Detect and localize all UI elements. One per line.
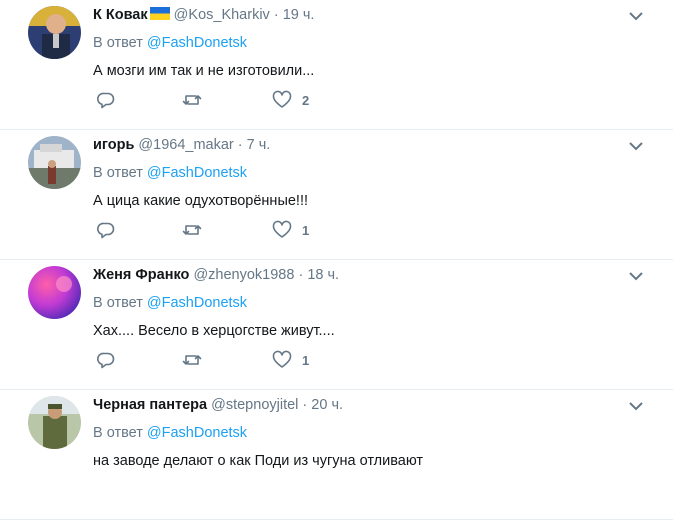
tweet-actions: 2 [96, 88, 436, 112]
reply-icon [97, 222, 115, 239]
separator: · [273, 7, 279, 23]
author-handle[interactable]: @1964_makar [138, 137, 233, 153]
author-name[interactable]: К Ковак [93, 7, 148, 23]
reply-button[interactable] [96, 88, 116, 112]
separator: · [298, 267, 304, 283]
caret-down-icon[interactable] [627, 137, 645, 155]
retweet-icon [182, 95, 202, 105]
retweet-icon [182, 225, 202, 235]
timestamp[interactable]: 7 ч. [247, 137, 271, 153]
like-count: 2 [302, 92, 310, 108]
caret-down-icon[interactable] [627, 267, 645, 285]
reply-prefix: В ответ [93, 165, 143, 181]
retweet-button[interactable] [182, 218, 202, 242]
separator: · [302, 397, 308, 413]
reply-prefix: В ответ [93, 295, 143, 311]
timestamp[interactable]: 18 ч. [307, 267, 339, 283]
avatar[interactable] [28, 266, 81, 319]
timestamp[interactable]: 19 ч. [283, 7, 315, 23]
reply-to-link[interactable]: @FashDonetsk [147, 425, 247, 441]
reply-button[interactable] [96, 348, 116, 372]
avatar[interactable] [28, 6, 81, 59]
tweet[interactable]: игорь @1964_makar · 7 ч. В ответ @FashDo… [0, 130, 673, 260]
caret-down-icon[interactable] [627, 397, 645, 415]
like-count: 1 [302, 352, 310, 368]
like-icon [272, 90, 292, 108]
tweet-text: А цица какие одухотворённые!!! [93, 193, 309, 209]
retweet-button[interactable] [182, 88, 202, 112]
separator: · [237, 137, 243, 153]
tweet-text: А мозги им так и не изготовили... [93, 63, 315, 79]
retweet-button[interactable] [182, 348, 202, 372]
ukraine-flag-icon [149, 7, 170, 20]
tweet-actions: 1 [96, 218, 436, 242]
reply-to-link[interactable]: @FashDonetsk [147, 295, 247, 311]
author-name[interactable]: Женя Франко [93, 267, 189, 283]
timestamp[interactable]: 20 ч. [311, 397, 343, 413]
tweet-actions: 1 [96, 348, 436, 372]
tweet[interactable]: Черная пантера @stepnoyjitel · 20 ч. В о… [0, 390, 673, 520]
like-count: 1 [302, 222, 310, 238]
caret-down-icon[interactable] [627, 7, 645, 25]
like-button[interactable]: 1 [272, 348, 309, 372]
tweet-text: Хах.... Весело в херцогстве живут.... [93, 323, 335, 339]
reply-icon [97, 352, 115, 369]
reply-context: В ответ @FashDonetsk [93, 33, 625, 53]
reply-context: В ответ @FashDonetsk [93, 163, 625, 183]
author-handle[interactable]: @stepnoyjitel [211, 397, 298, 413]
avatar[interactable] [28, 396, 81, 449]
like-icon [272, 220, 292, 238]
like-button[interactable]: 1 [272, 218, 309, 242]
tweet[interactable]: Женя Франко @zhenyok1988 · 18 ч. В ответ… [0, 260, 673, 390]
reply-icon [97, 92, 115, 109]
reply-button[interactable] [96, 218, 116, 242]
reply-prefix: В ответ [93, 35, 143, 51]
avatar[interactable] [28, 136, 81, 189]
like-button[interactable]: 2 [272, 88, 309, 112]
like-icon [272, 350, 292, 368]
reply-prefix: В ответ [93, 425, 143, 441]
author-name[interactable]: игорь [93, 137, 134, 153]
reply-to-link[interactable]: @FashDonetsk [147, 35, 247, 51]
reply-context: В ответ @FashDonetsk [93, 423, 625, 443]
tweet[interactable]: К Ковак @Kos_Kharkiv · 19 ч. В ответ @Fa… [0, 0, 673, 130]
author-name[interactable]: Черная пантера [93, 397, 207, 413]
author-handle[interactable]: @Kos_Kharkiv [174, 7, 270, 23]
reply-context: В ответ @FashDonetsk [93, 293, 625, 313]
reply-to-link[interactable]: @FashDonetsk [147, 165, 247, 181]
author-handle[interactable]: @zhenyok1988 [193, 267, 294, 283]
retweet-icon [182, 355, 202, 365]
tweet-text: на заводе делают о как Поди из чугуна от… [93, 453, 424, 469]
